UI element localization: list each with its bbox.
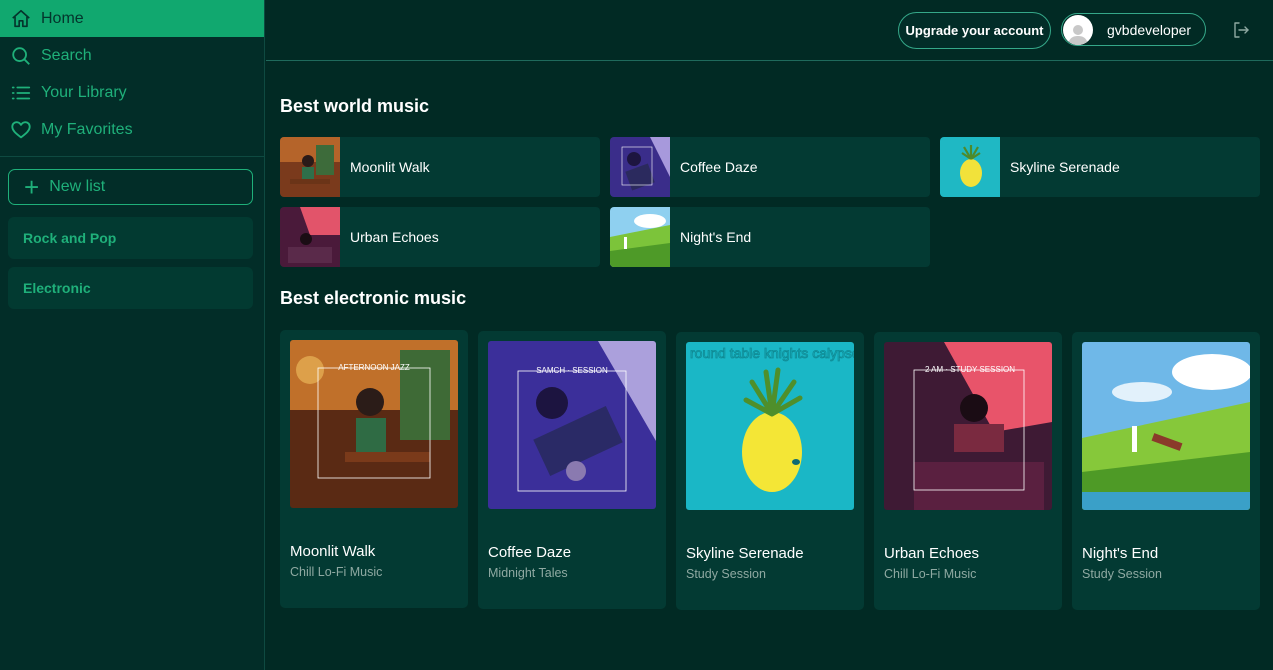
sidebar-divider [0, 156, 264, 157]
quick-card[interactable]: Skyline Serenade [940, 137, 1260, 197]
avatar [1063, 14, 1093, 45]
album-cover: AFTERNOON JAZZ [290, 340, 458, 508]
quick-card-title: Skyline Serenade [1010, 159, 1120, 175]
quick-card[interactable]: Moonlit Walk [280, 137, 600, 197]
nav-item-library[interactable]: Your Library [0, 74, 264, 111]
album-card[interactable]: SAMCH · SESSION Coffee Daze Midnight Tal… [478, 331, 666, 609]
album-title: Skyline Serenade [686, 545, 804, 562]
search-icon [10, 45, 32, 67]
top-bar: Upgrade your account gvbdeveloper [266, 0, 1273, 61]
user-menu-button[interactable]: gvbdeveloper [1061, 13, 1206, 46]
upgrade-account-button[interactable]: Upgrade your account [898, 12, 1051, 49]
album-thumbnail [610, 137, 670, 197]
svg-text:2 AM · STUDY SESSION: 2 AM · STUDY SESSION [925, 365, 1015, 374]
album-card[interactable]: round table knights calypso ep Skyline S… [676, 332, 864, 610]
logout-icon[interactable] [1231, 20, 1251, 40]
quick-card[interactable]: Urban Echoes [280, 207, 600, 267]
album-card[interactable]: Night's End Study Session [1072, 332, 1260, 610]
quick-card-title: Night's End [680, 229, 752, 245]
album-subtitle: Study Session [1082, 567, 1162, 581]
sidebar: Home Search Your Library My Favorites + … [0, 0, 265, 670]
album-subtitle: Chill Lo-Fi Music [290, 565, 383, 579]
nav-label-search: Search [41, 46, 92, 64]
playlist-item-electronic[interactable]: Electronic [8, 267, 253, 309]
nav-item-home[interactable]: Home [0, 0, 264, 37]
album-card[interactable]: AFTERNOON JAZZ Moonlit Walk Chill Lo-Fi … [280, 330, 468, 608]
username: gvbdeveloper [1107, 21, 1192, 38]
nav-item-favorites[interactable]: My Favorites [0, 111, 264, 148]
user-icon [1068, 24, 1088, 45]
heart-icon [10, 119, 32, 141]
album-title: Urban Echoes [884, 545, 980, 562]
section-title-electronic: Best electronic music [280, 288, 467, 308]
album-cover: SAMCH · SESSION [488, 341, 656, 509]
album-subtitle: Study Session [686, 567, 766, 581]
new-list-label: New list [49, 178, 106, 195]
nav-label-home: Home [41, 9, 84, 27]
svg-text:SAMCH · SESSION: SAMCH · SESSION [536, 366, 608, 375]
quick-card-title: Urban Echoes [350, 229, 439, 245]
album-thumbnail [610, 207, 670, 267]
section-title-world: Best world music [280, 96, 430, 116]
nav-label-library: Your Library [41, 83, 127, 101]
album-cover [1082, 342, 1250, 510]
svg-text:round table knights calypso ep: round table knights calypso ep [690, 345, 854, 361]
sidebar-nav: Home Search Your Library My Favorites [0, 0, 264, 148]
playlist-label: Electronic [23, 280, 91, 296]
album-subtitle: Midnight Tales [488, 566, 568, 580]
album-subtitle: Chill Lo-Fi Music [884, 567, 977, 581]
home-icon [10, 8, 32, 30]
album-thumbnail [940, 137, 1000, 197]
quick-card-title: Moonlit Walk [350, 159, 430, 175]
album-thumbnail [280, 137, 340, 197]
playlist-label: Rock and Pop [23, 230, 117, 246]
list-icon [10, 82, 32, 104]
nav-item-search[interactable]: Search [0, 37, 264, 74]
album-title: Moonlit Walk [290, 543, 376, 560]
album-card[interactable]: 2 AM · STUDY SESSION Urban Echoes Chill … [874, 332, 1062, 610]
quick-card[interactable]: Coffee Daze [610, 137, 930, 197]
quick-card-title: Coffee Daze [680, 159, 758, 175]
album-cover: 2 AM · STUDY SESSION [884, 342, 1052, 510]
playlist-item-rock-pop[interactable]: Rock and Pop [8, 217, 253, 259]
album-cover: round table knights calypso ep [686, 342, 854, 510]
album-title: Night's End [1082, 545, 1159, 562]
quick-card[interactable]: Night's End [610, 207, 930, 267]
plus-icon: + [24, 172, 40, 202]
album-thumbnail [280, 207, 340, 267]
nav-label-favorites: My Favorites [41, 120, 133, 138]
svg-text:AFTERNOON JAZZ: AFTERNOON JAZZ [338, 363, 410, 372]
new-list-button[interactable]: + New list [8, 169, 253, 205]
album-title: Coffee Daze [488, 544, 572, 561]
